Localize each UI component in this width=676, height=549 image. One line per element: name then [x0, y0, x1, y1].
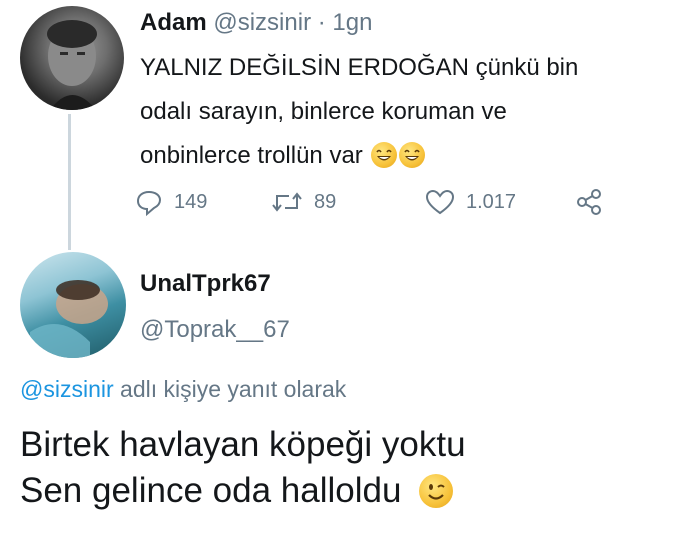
replying-to-suffix: adlı kişiye yanıt olarak: [113, 376, 347, 402]
tweet-time[interactable]: 1gn: [332, 9, 372, 36]
tweet-line: onbinlerce trollün var: [140, 142, 363, 169]
tweet-actions: 149 89 1.017: [134, 185, 614, 219]
heart-icon: [425, 189, 455, 215]
replying-to: @sizsinir adlı kişiye yanıt olarak: [20, 376, 346, 403]
winking-emoji-icon: [419, 474, 454, 508]
retweet-icon: [272, 192, 302, 212]
separator: ·: [317, 9, 326, 36]
avatar-face-icon: [47, 20, 97, 110]
avatar-adam[interactable]: [20, 6, 124, 110]
reply-count: 149: [174, 190, 208, 213]
reply-line: Birtek havlayan köpeği yoktu: [20, 425, 466, 464]
reply-text: Birtek havlayan köpeği yoktu Sen gelince…: [20, 422, 660, 514]
like-button[interactable]: 1.017: [424, 185, 516, 219]
tweet-line-last: onbinlerce trollün var: [140, 134, 660, 178]
avatar-photo-icon: [30, 280, 108, 358]
author-name[interactable]: Adam: [140, 9, 207, 36]
reply-author-name[interactable]: UnalTprk67: [140, 270, 271, 298]
reply-author-handle[interactable]: @Toprak__67: [140, 316, 290, 344]
tweet-line: odalı sarayın, binlerce koruman ve: [140, 98, 507, 125]
thread-line: [68, 114, 71, 250]
reply-line: Sen gelince oda halloldu: [20, 471, 402, 510]
retweet-button[interactable]: 89: [270, 185, 336, 219]
avatar-unal[interactable]: [20, 252, 126, 358]
author-handle[interactable]: @sizsinir: [213, 9, 311, 36]
laughing-emoji-icon: [371, 142, 398, 168]
like-count: 1.017: [466, 190, 517, 213]
laughing-emoji-icon: [399, 142, 426, 168]
reply-button[interactable]: 149: [134, 185, 207, 219]
tweet-text: YALNIZ DEĞİLSİN ERDOĞAN çünkü bin odalı …: [140, 46, 660, 178]
replying-to-handle[interactable]: @sizsinir: [20, 376, 114, 402]
share-icon: [577, 189, 601, 215]
reply-line-last: Sen gelince oda halloldu: [20, 468, 660, 514]
tweet-line: YALNIZ DEĞİLSİN ERDOĞAN çünkü bin: [140, 54, 579, 81]
reply-icon: [136, 190, 162, 217]
share-button[interactable]: [574, 185, 604, 219]
retweet-count: 89: [314, 190, 337, 213]
tweet-header: Adam @sizsinir · 1gn: [140, 8, 372, 38]
